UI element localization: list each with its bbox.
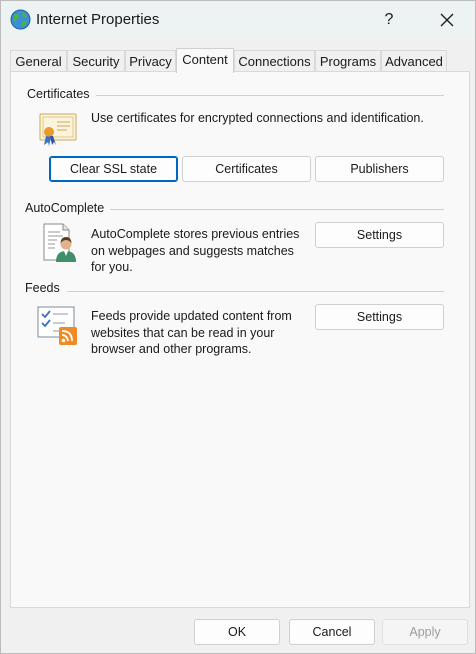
tab-programs[interactable]: Programs <box>315 50 381 72</box>
globe-icon <box>10 9 31 30</box>
autocomplete-description-line-1: AutoComplete stores previous entries <box>91 227 300 241</box>
title-bar[interactable]: Internet Properties ? <box>1 1 475 39</box>
feeds-settings-button[interactable]: Settings <box>315 304 444 330</box>
feeds-description: Feeds provide updated content from websi… <box>91 308 316 358</box>
internet-properties-window: Internet Properties ? General Security P… <box>0 0 476 654</box>
certificates-description: Use certificates for encrypted connectio… <box>91 111 424 125</box>
certificate-icon <box>39 112 79 151</box>
help-button[interactable]: ? <box>371 5 407 35</box>
publishers-button[interactable]: Publishers <box>315 156 444 182</box>
autocomplete-user-icon <box>41 222 81 267</box>
tab-connections[interactable]: Connections <box>234 50 315 72</box>
certificates-divider <box>95 95 444 96</box>
close-icon <box>440 13 454 27</box>
tab-strip: General Security Privacy Content Connect… <box>10 48 470 73</box>
clear-ssl-state-button[interactable]: Clear SSL state <box>49 156 178 182</box>
autocomplete-settings-button[interactable]: Settings <box>315 222 444 248</box>
window-title: Internet Properties <box>36 11 160 28</box>
tab-general[interactable]: General <box>10 50 67 72</box>
feeds-description-line-1: Feeds provide updated content from <box>91 309 292 323</box>
autocomplete-description-line-3: for you. <box>91 260 133 274</box>
rss-feed-icon <box>37 306 81 349</box>
close-button[interactable] <box>425 5 469 35</box>
ok-button[interactable]: OK <box>194 619 280 645</box>
feeds-description-line-3: browser and other programs. <box>91 342 252 356</box>
feeds-description-line-2: websites that can be read in your <box>91 325 275 340</box>
certificates-button[interactable]: Certificates <box>182 156 311 182</box>
cancel-button[interactable]: Cancel <box>289 619 375 645</box>
content-tab-panel: Certificates Use certificates for encryp… <box>10 71 470 608</box>
tab-privacy[interactable]: Privacy <box>125 50 176 72</box>
autocomplete-description-line-2: on webpages and suggests matches <box>91 243 294 258</box>
tab-security[interactable]: Security <box>67 50 125 72</box>
autocomplete-description: AutoComplete stores previous entries on … <box>91 226 316 276</box>
feeds-heading: Feeds <box>25 281 66 295</box>
tab-advanced[interactable]: Advanced <box>381 50 447 72</box>
autocomplete-divider <box>107 209 444 210</box>
feeds-divider <box>67 291 444 292</box>
apply-button[interactable]: Apply <box>382 619 468 645</box>
autocomplete-heading: AutoComplete <box>25 201 111 215</box>
tab-content[interactable]: Content <box>176 48 234 73</box>
certificates-heading: Certificates <box>27 87 96 101</box>
